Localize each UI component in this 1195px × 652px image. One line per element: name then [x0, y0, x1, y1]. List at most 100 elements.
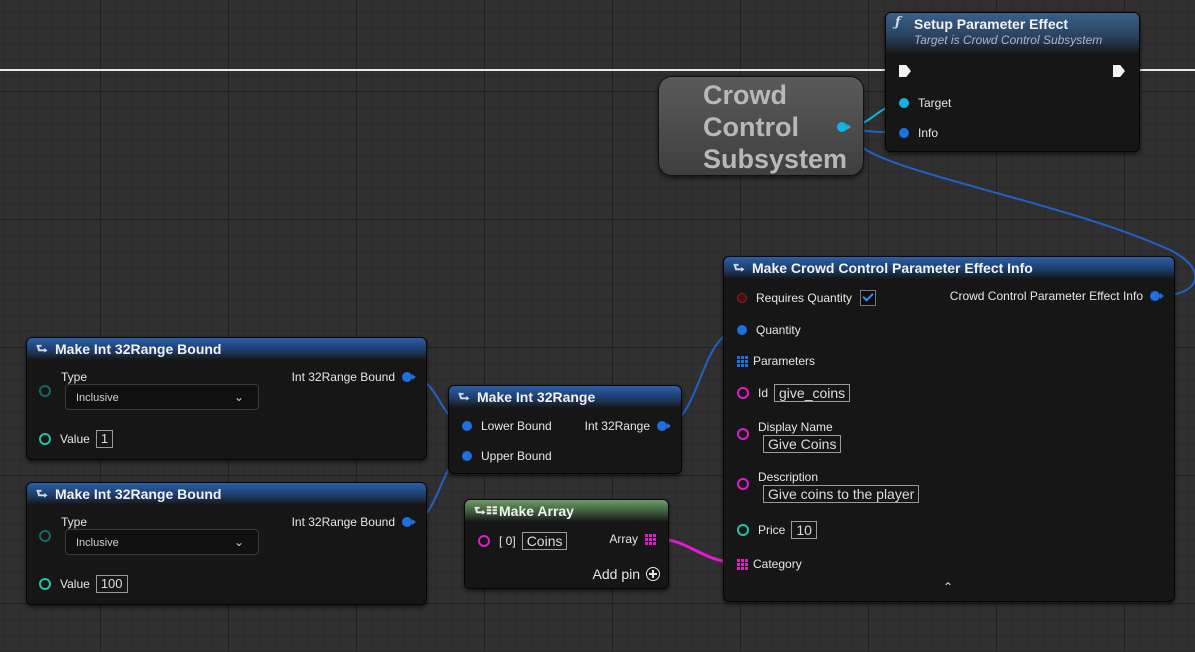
category-pin[interactable]: Category: [737, 557, 802, 571]
id-input[interactable]: give_coins: [774, 384, 851, 402]
value-pin-2[interactable]: Value 100: [39, 575, 128, 593]
range-node-title: Make Int 32Range: [477, 389, 596, 405]
target-pin[interactable]: Target: [899, 96, 951, 110]
description-input[interactable]: Give coins to the player: [763, 485, 920, 503]
make-struct-icon: ⮑: [458, 389, 470, 404]
range-output-icon: [657, 421, 671, 431]
effect-info-node-header[interactable]: ⮑ Make Crowd Control Parameter Effect In…: [724, 257, 1174, 279]
lower-bound-label: Lower Bound: [481, 419, 552, 433]
add-pin-label: Add pin: [592, 566, 640, 582]
bound-node-1-title: Make Int 32Range Bound: [55, 341, 222, 357]
display-name-input[interactable]: Give Coins: [763, 435, 842, 453]
type-pin-1-label: Type: [61, 370, 88, 384]
type-dropdown-1-value: Inclusive: [76, 392, 119, 404]
range-node-header[interactable]: ⮑ Make Int 32Range: [449, 386, 681, 408]
display-name-pin[interactable]: Display Name Give Coins: [737, 420, 842, 453]
bound-node-2-title: Make Int 32Range Bound: [55, 486, 222, 502]
range-output-label: Int 32Range: [584, 419, 650, 433]
id-label: Id: [758, 386, 769, 400]
array-item-0-input[interactable]: Coins: [521, 532, 568, 550]
quantity-pin-icon: [737, 325, 747, 335]
type-pin-2-label: Type: [61, 515, 88, 529]
info-pin[interactable]: Info: [899, 126, 938, 140]
id-pin[interactable]: Id give_coins: [737, 384, 851, 402]
make-int32range-bound-node-2[interactable]: ⮑ Make Int 32Range Bound Type Inclusive …: [26, 482, 427, 605]
price-pin-icon: [737, 524, 749, 536]
upper-bound-pin[interactable]: Upper Bound: [462, 449, 552, 463]
target-pin-label: Target: [918, 96, 952, 110]
make-struct-icon: ⮑: [733, 260, 745, 275]
variable-node-title: Crowd Control Subsystem: [703, 80, 848, 174]
type-dropdown-2-value: Inclusive: [76, 537, 119, 549]
setup-node-title: Setup Parameter Effect: [914, 16, 1069, 32]
array-item-0-pin[interactable]: [ 0] Coins: [478, 532, 568, 550]
requires-quantity-label: Requires Quantity: [756, 291, 853, 305]
bound-node-1-header[interactable]: ⮑ Make Int 32Range Bound: [27, 338, 426, 360]
setup-node-subtitle: Target is Crowd Control Subsystem: [914, 33, 1103, 47]
add-pin-button[interactable]: Add pin: [593, 566, 660, 582]
exec-in-pin[interactable]: [899, 65, 911, 77]
quantity-pin[interactable]: Quantity: [737, 323, 801, 337]
make-int32range-bound-node-1[interactable]: ⮑ Make Int 32Range Bound Type Inclusive …: [26, 337, 427, 460]
price-label: Price: [758, 523, 786, 537]
requires-quantity-pin-icon: [737, 293, 747, 303]
value-pin-1[interactable]: Value 1: [39, 430, 114, 448]
setup-node-header[interactable]: ƒ Setup Parameter Effect Target is Crowd…: [886, 13, 1139, 54]
category-label: Category: [753, 557, 802, 571]
chevron-down-icon: ⌄: [233, 390, 244, 404]
lower-bound-pin-icon: [462, 421, 472, 431]
array-output-label: Array: [609, 532, 638, 546]
id-pin-icon: [737, 387, 749, 399]
target-pin-icon: [899, 98, 909, 108]
array-item-0-icon: [478, 535, 490, 547]
category-pin-icon: [737, 558, 748, 570]
effect-info-output-label: Crowd Control Parameter Effect Info: [949, 289, 1143, 303]
array-item-0-label: [ 0]: [499, 534, 516, 548]
setup-parameter-effect-node[interactable]: ƒ Setup Parameter Effect Target is Crowd…: [885, 12, 1140, 152]
description-pin[interactable]: Description Give coins to the player: [737, 470, 920, 503]
bound-1-output-icon: [402, 372, 416, 382]
range-output-pin[interactable]: Int 32Range: [584, 419, 671, 433]
array-output-pin[interactable]: Array: [609, 532, 656, 546]
make-array-node[interactable]: ⮑☷ Make Array [ 0] Coins Array Add pin: [464, 499, 669, 589]
array-output-icon: [645, 533, 656, 545]
bound-2-output-pin[interactable]: Int 32Range Bound: [291, 515, 416, 529]
bound-2-output-label: Int 32Range Bound: [291, 515, 395, 529]
make-effect-info-node[interactable]: ⮑ Make Crowd Control Parameter Effect In…: [723, 256, 1175, 602]
subsystem-output-pin[interactable]: [837, 122, 851, 132]
requires-quantity-pin[interactable]: Requires Quantity: [737, 290, 877, 306]
value-pin-2-icon: [39, 578, 51, 590]
type-pin-2-icon: [39, 530, 51, 542]
plus-circle-icon: [646, 567, 660, 581]
type-dropdown-1[interactable]: Inclusive ⌄: [65, 384, 259, 410]
chevron-up-icon[interactable]: ⌃: [943, 580, 953, 594]
description-pin-icon: [737, 478, 749, 490]
price-pin[interactable]: Price 10: [737, 521, 817, 539]
crowd-control-subsystem-node[interactable]: Crowd Control Subsystem: [658, 76, 864, 176]
make-int32range-node[interactable]: ⮑ Make Int 32Range Lower Bound Upper Bou…: [448, 385, 682, 474]
upper-bound-pin-icon: [462, 451, 472, 461]
array-icon: ⮑☷: [474, 503, 498, 518]
price-input[interactable]: 10: [791, 521, 817, 539]
array-node-header[interactable]: ⮑☷ Make Array: [465, 500, 668, 522]
value-input-2[interactable]: 100: [95, 575, 128, 593]
display-name-label: Display Name: [758, 420, 833, 434]
quantity-label: Quantity: [756, 323, 801, 337]
make-struct-icon: ⮑: [36, 341, 48, 356]
parameters-pin-icon: [737, 355, 748, 367]
display-name-pin-icon: [737, 428, 749, 440]
effect-info-output-pin[interactable]: Crowd Control Parameter Effect Info: [949, 289, 1164, 303]
value-pin-1-label: Value: [60, 432, 90, 446]
type-dropdown-2[interactable]: Inclusive ⌄: [65, 529, 259, 555]
bound-1-output-pin[interactable]: Int 32Range Bound: [292, 370, 416, 384]
effect-info-node-title: Make Crowd Control Parameter Effect Info: [752, 260, 1033, 276]
description-label: Description: [758, 470, 819, 484]
exec-out-pin[interactable]: [1113, 65, 1125, 77]
value-input-1[interactable]: 1: [95, 430, 114, 448]
requires-quantity-checkbox[interactable]: [860, 290, 877, 306]
lower-bound-pin[interactable]: Lower Bound: [462, 419, 552, 433]
value-pin-2-label: Value: [60, 577, 90, 591]
parameters-pin[interactable]: Parameters: [737, 354, 815, 368]
bound-node-2-header[interactable]: ⮑ Make Int 32Range Bound: [27, 483, 426, 505]
upper-bound-label: Upper Bound: [481, 449, 552, 463]
